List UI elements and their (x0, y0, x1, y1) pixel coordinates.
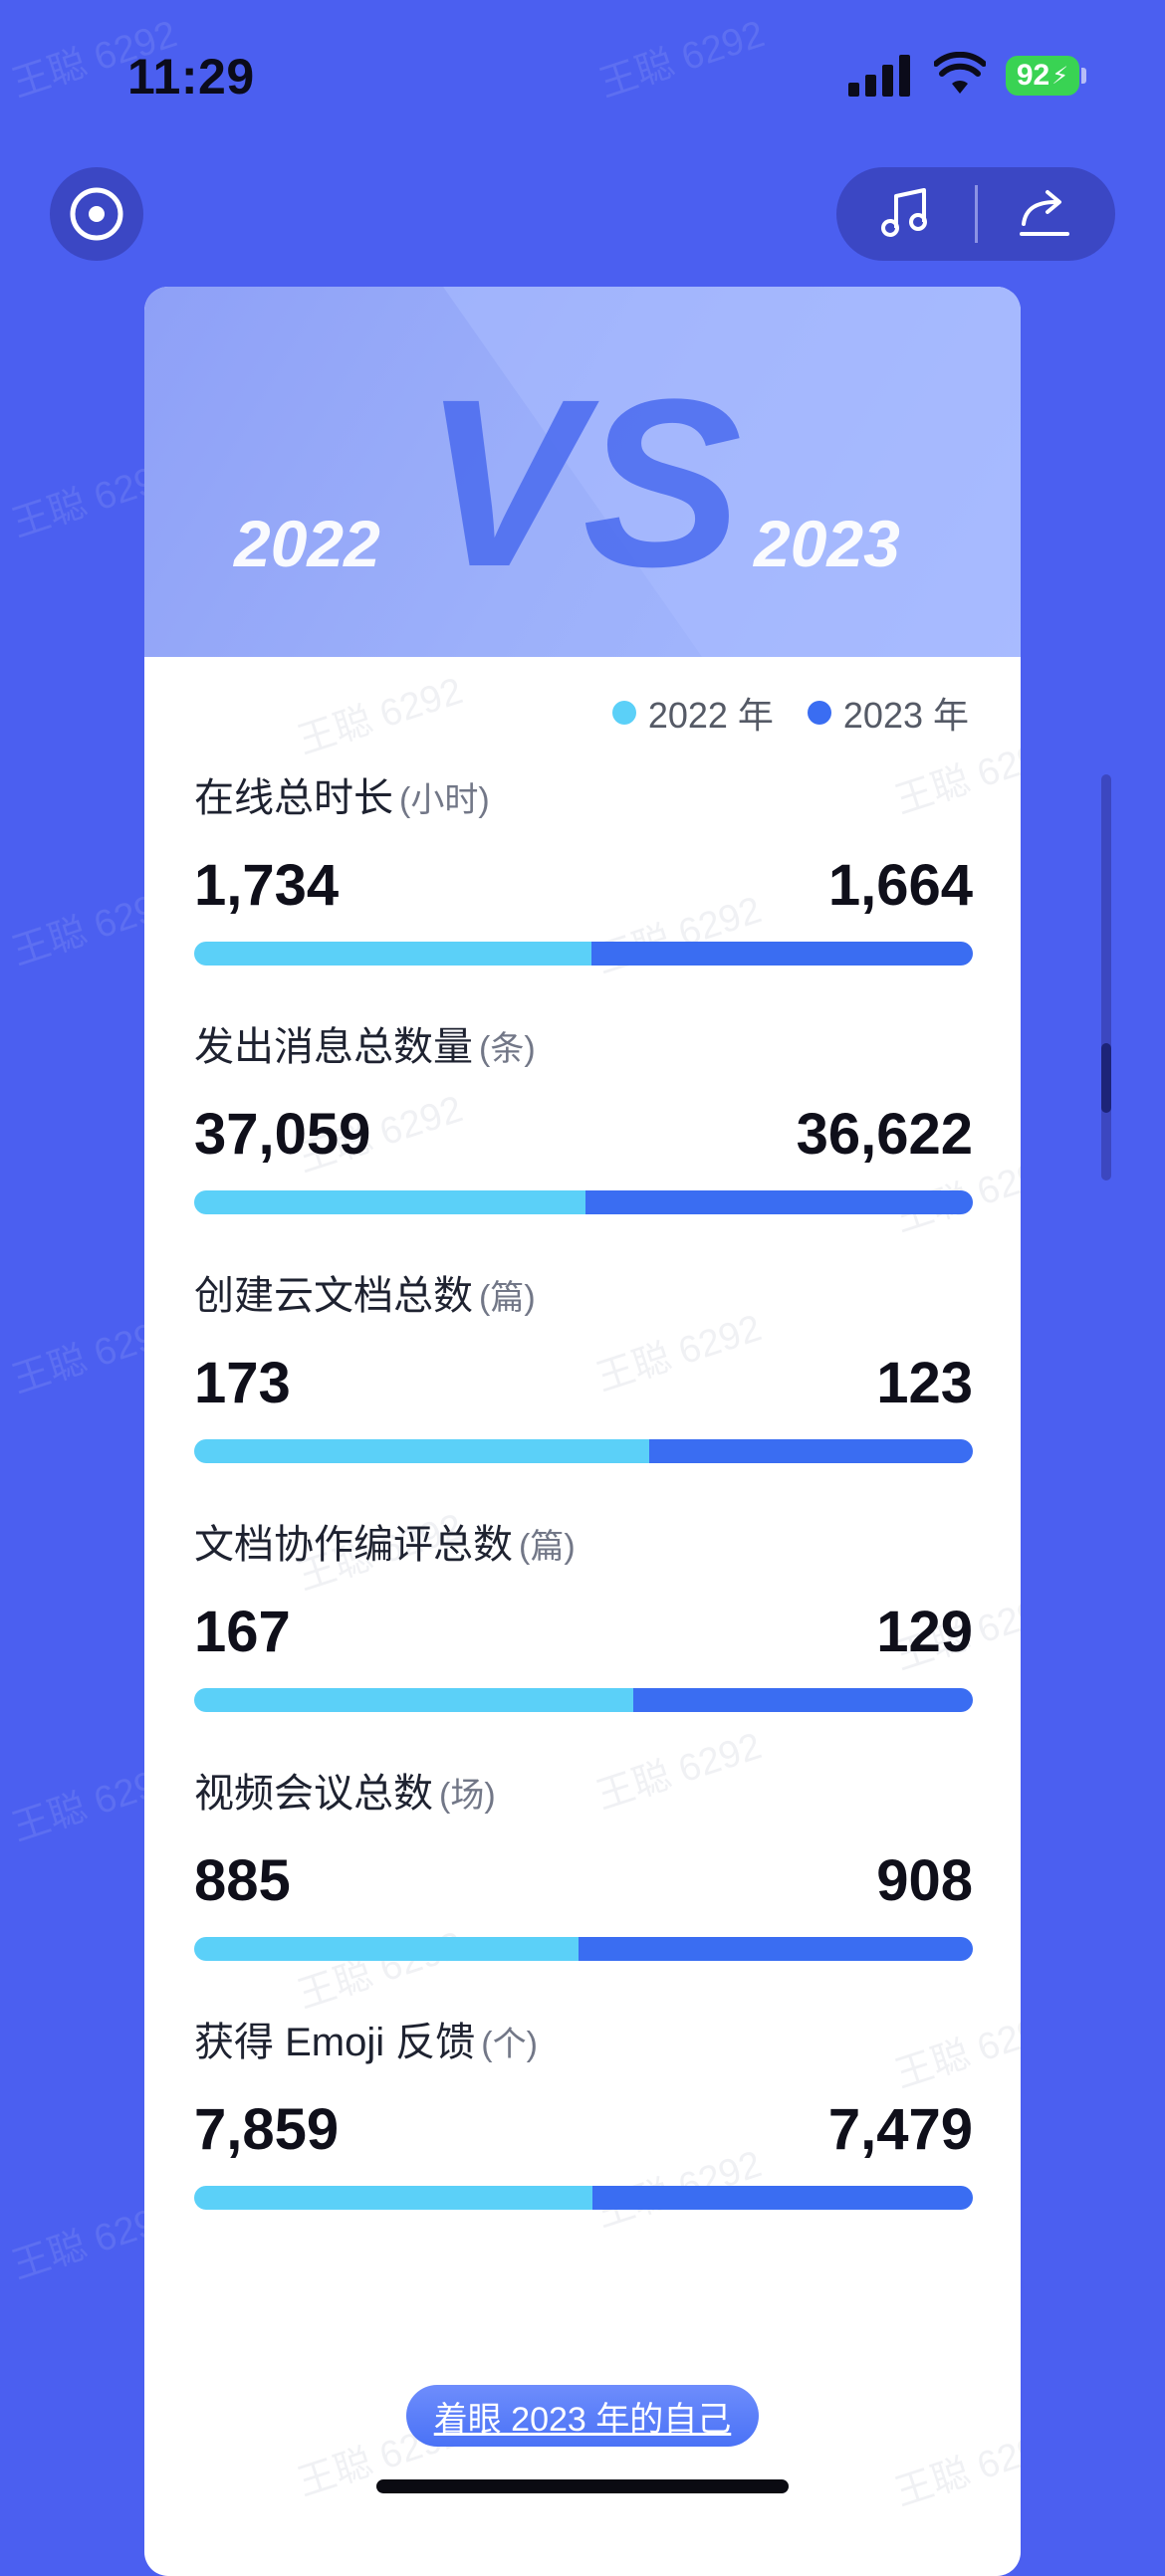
status-bar: 11:29 92 ⚡ (0, 0, 1165, 149)
comparison-bar (194, 1439, 973, 1463)
stat-value-2023: 1,664 (827, 853, 973, 918)
target-icon (70, 187, 123, 241)
stat-value-2023: 7,479 (827, 2097, 973, 2162)
stat-unit: (小时) (399, 781, 490, 819)
bar-2023 (648, 1439, 973, 1463)
stat-title: 视频会议总数 (194, 1772, 433, 1816)
stat-unit: (篇) (479, 1279, 536, 1317)
stat-value-2023: 36,622 (796, 1102, 973, 1167)
watermark: 王聪 6292 (890, 2422, 1021, 2515)
stat-title: 创建云文档总数 (194, 1274, 473, 1318)
stat-doc-collaboration: 文档协作编评总数 (篇) 167 129 (194, 1517, 973, 1712)
stat-value-2022: 1,734 (194, 853, 340, 918)
comparison-bar (194, 942, 973, 966)
year-left-label: 2022 (234, 507, 380, 580)
focus-2023-button[interactable]: 着眼 2023 年的自己 (406, 2385, 759, 2447)
share-button[interactable] (1016, 184, 1075, 244)
legend: 2022 年 2023 年 (611, 687, 969, 739)
legend-item-2023: 2023 年 (807, 687, 969, 739)
home-indicator[interactable] (376, 2479, 789, 2493)
music-button[interactable] (876, 184, 936, 244)
stat-value-2023: 908 (876, 1848, 973, 1913)
legend-label-2022: 2022 年 (647, 695, 774, 736)
comparison-bar (194, 1688, 973, 1712)
stat-emoji-feedback: 获得 Emoji 反馈 (个) 7,859 7,479 (194, 2015, 973, 2210)
stat-value-2022: 885 (194, 1848, 291, 1913)
bar-2023 (585, 1190, 973, 1214)
comparison-bar (194, 1937, 973, 1961)
comparison-card: VS 2022 2023 王聪 6292 王聪 6292 王聪 6292 王聪 … (144, 287, 1021, 2576)
stat-unit: (条) (479, 1030, 536, 1068)
music-note-icon (881, 188, 927, 237)
comparison-bar (194, 2186, 973, 2210)
battery-tip (1081, 68, 1086, 84)
stat-value-2022: 173 (194, 1351, 291, 1415)
cellular-signal-icon (848, 55, 910, 97)
wifi-icon (934, 52, 986, 94)
stat-unit: (场) (439, 1777, 496, 1815)
bar-2022 (194, 1190, 586, 1214)
stat-online-duration: 在线总时长 (小时) 1,734 1,664 (194, 770, 973, 966)
bar-2023 (579, 1937, 973, 1961)
legend-item-2022: 2022 年 (611, 687, 774, 739)
status-time: 11:29 (127, 49, 255, 105)
card-header: VS 2022 2023 (144, 287, 1021, 657)
bar-2023 (592, 2186, 973, 2210)
scrollbar-thumb[interactable] (1101, 1043, 1111, 1113)
legend-dot-2023 (807, 701, 831, 725)
charging-bolt-icon: ⚡ (1051, 62, 1069, 90)
stat-docs-created: 创建云文档总数 (篇) 173 123 (194, 1268, 973, 1463)
stat-title: 文档协作编评总数 (194, 1523, 513, 1567)
stat-title: 发出消息总数量 (194, 1025, 473, 1069)
stat-value-2022: 7,859 (194, 2097, 340, 2162)
vs-art: VS (423, 287, 1021, 657)
stat-title: 获得 Emoji 反馈 (194, 2021, 476, 2064)
watermark: 王聪 6292 (293, 670, 468, 763)
battery-indicator: 92 ⚡ (1006, 56, 1079, 96)
bar-2022 (194, 1439, 649, 1463)
stat-unit: (个) (481, 2026, 538, 2063)
stat-value-2022: 37,059 (194, 1102, 371, 1167)
legend-dot-2022 (611, 701, 636, 725)
stat-video-meetings: 视频会议总数 (场) 885 908 (194, 1766, 973, 1961)
top-right-button-group (836, 167, 1115, 261)
stat-value-2022: 167 (194, 1600, 291, 1664)
vs-text: VS (423, 349, 742, 616)
bar-2022 (194, 942, 591, 966)
bar-2023 (633, 1688, 973, 1712)
stat-messages-sent: 发出消息总数量 (条) 37,059 36,622 (194, 1019, 973, 1214)
scrollbar[interactable] (1101, 774, 1111, 1181)
bar-2023 (590, 942, 973, 966)
stat-title: 在线总时长 (194, 776, 393, 820)
stat-unit: (篇) (519, 1528, 576, 1566)
bar-2022 (194, 1937, 580, 1961)
battery-level: 92 (1016, 59, 1050, 92)
share-icon (1020, 190, 1069, 236)
stat-value-2023: 123 (876, 1351, 973, 1415)
bar-2022 (194, 1688, 634, 1712)
bar-2022 (194, 2186, 593, 2210)
button-divider (975, 185, 978, 243)
stat-value-2023: 129 (876, 1600, 973, 1664)
year-right-label: 2023 (754, 507, 900, 580)
target-button[interactable] (50, 167, 143, 261)
comparison-bar (194, 1190, 973, 1214)
legend-label-2023: 2023 年 (842, 695, 969, 736)
